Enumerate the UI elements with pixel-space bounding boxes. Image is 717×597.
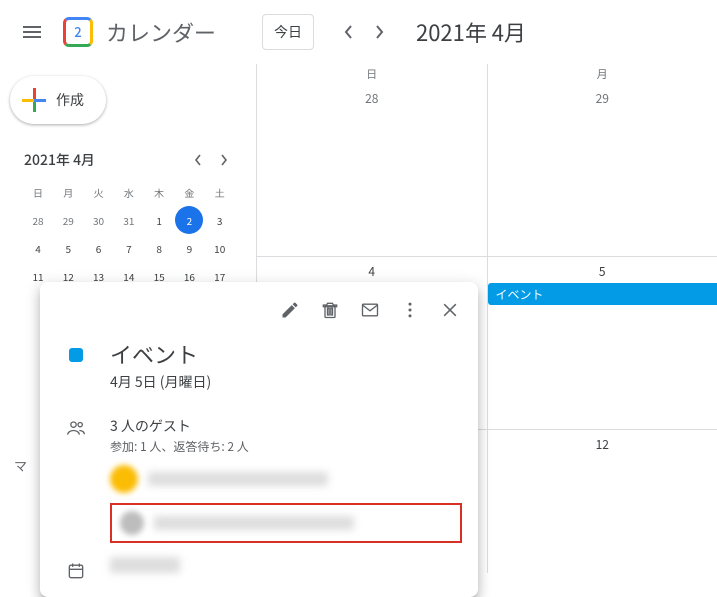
date-number: 29 xyxy=(488,90,717,107)
chevron-left-icon xyxy=(194,154,202,166)
avatar xyxy=(120,511,144,535)
avatar xyxy=(110,465,138,493)
highlighted-guest-annotation xyxy=(110,503,462,543)
close-popup-button[interactable] xyxy=(430,290,470,330)
create-button[interactable]: 作成 xyxy=(10,76,106,124)
event-date: 4月 5日 (月曜日) xyxy=(110,372,211,392)
guests-count: 3 人のゲスト xyxy=(110,416,462,436)
mini-day-cell[interactable]: 10 xyxy=(206,234,234,262)
mini-day-cell[interactable]: 2 xyxy=(175,206,203,234)
event-color-swatch xyxy=(69,348,83,362)
date-cell[interactable]: 28 xyxy=(257,84,488,256)
mini-day-cell[interactable]: 29 xyxy=(54,206,82,234)
mini-cal-prev-button[interactable] xyxy=(186,148,210,172)
mini-day-cell[interactable]: 1 xyxy=(145,206,173,234)
mini-cal-next-button[interactable] xyxy=(212,148,236,172)
weekday-header-cell: 日 xyxy=(257,64,488,84)
pencil-icon xyxy=(280,300,300,320)
mini-day-cell[interactable]: 7 xyxy=(115,234,143,262)
trash-icon xyxy=(320,300,340,320)
date-range-title: 2021年 4月 xyxy=(416,16,526,48)
today-button[interactable]: 今日 xyxy=(262,14,314,50)
calendar-icon xyxy=(66,561,86,581)
mini-day-cell[interactable]: 30 xyxy=(85,206,113,234)
mini-day-cell[interactable]: 8 xyxy=(145,234,173,262)
hamburger-icon xyxy=(23,26,41,38)
delete-event-button[interactable] xyxy=(310,290,350,330)
date-number: 28 xyxy=(257,90,487,107)
mini-day-cell[interactable]: 28 xyxy=(24,206,52,234)
mini-day-cell[interactable]: 31 xyxy=(115,206,143,234)
guest-email-redacted xyxy=(154,516,354,530)
sidebar-truncated-text: マ xyxy=(14,456,27,475)
next-period-button[interactable] xyxy=(364,16,396,48)
chevron-left-icon xyxy=(343,24,353,40)
event-detail-popup: イベント 4月 5日 (月曜日) 3 人のゲスト 参加: 1 人、返答待ち: 2… xyxy=(40,282,478,597)
email-guests-button[interactable] xyxy=(350,290,390,330)
more-vert-icon xyxy=(400,300,420,320)
create-button-label: 作成 xyxy=(56,90,84,110)
weekday-header-row: 日月 xyxy=(257,64,717,84)
calendar-logo: 2 xyxy=(60,14,96,50)
mini-dow-cell: 火 xyxy=(85,178,113,206)
logo-day-number: 2 xyxy=(63,17,93,47)
date-number: 4 xyxy=(257,263,487,280)
chevron-right-icon xyxy=(375,24,385,40)
weekday-header-cell: 月 xyxy=(488,64,717,84)
edit-event-button[interactable] xyxy=(270,290,310,330)
mini-dow-cell: 土 xyxy=(206,178,234,206)
date-number: 12 xyxy=(488,436,717,453)
guests-status: 参加: 1 人、返答待ち: 2 人 xyxy=(110,438,462,455)
guest-email-redacted xyxy=(148,472,328,486)
mini-dow-cell: 水 xyxy=(115,178,143,206)
app-title: カレンダー xyxy=(106,16,216,48)
event-title: イベント xyxy=(110,338,211,370)
people-icon xyxy=(66,418,86,438)
week-row: 2829 xyxy=(257,84,717,257)
mini-dow-cell: 日 xyxy=(24,178,52,206)
date-number: 5 xyxy=(488,263,717,280)
date-cell[interactable]: 29 xyxy=(488,84,717,256)
event-chip[interactable]: イベント xyxy=(488,283,717,305)
guest-row[interactable] xyxy=(110,465,462,493)
plus-icon xyxy=(22,88,46,112)
calendar-name-redacted xyxy=(110,557,180,573)
mini-day-cell[interactable]: 4 xyxy=(24,234,52,262)
mini-cal-title: 2021年 4月 xyxy=(24,150,95,170)
mini-day-cell[interactable]: 5 xyxy=(54,234,82,262)
mini-dow-cell: 木 xyxy=(145,178,173,206)
mini-calendar-grid: 日月火水木金土282930311234567891011121314151617 xyxy=(24,178,236,290)
mini-dow-cell: 金 xyxy=(175,178,203,206)
options-button[interactable] xyxy=(390,290,430,330)
main-menu-button[interactable] xyxy=(8,8,56,56)
mini-day-cell[interactable]: 9 xyxy=(175,234,203,262)
mini-dow-cell: 月 xyxy=(54,178,82,206)
mini-day-cell[interactable]: 3 xyxy=(206,206,234,234)
mini-day-cell[interactable]: 6 xyxy=(85,234,113,262)
date-cell[interactable]: 12 xyxy=(488,430,717,573)
envelope-icon xyxy=(360,300,380,320)
prev-period-button[interactable] xyxy=(332,16,364,48)
guest-row[interactable] xyxy=(120,511,452,535)
chevron-right-icon xyxy=(220,154,228,166)
close-icon xyxy=(440,300,460,320)
date-cell[interactable]: 5 イベント xyxy=(488,257,717,429)
